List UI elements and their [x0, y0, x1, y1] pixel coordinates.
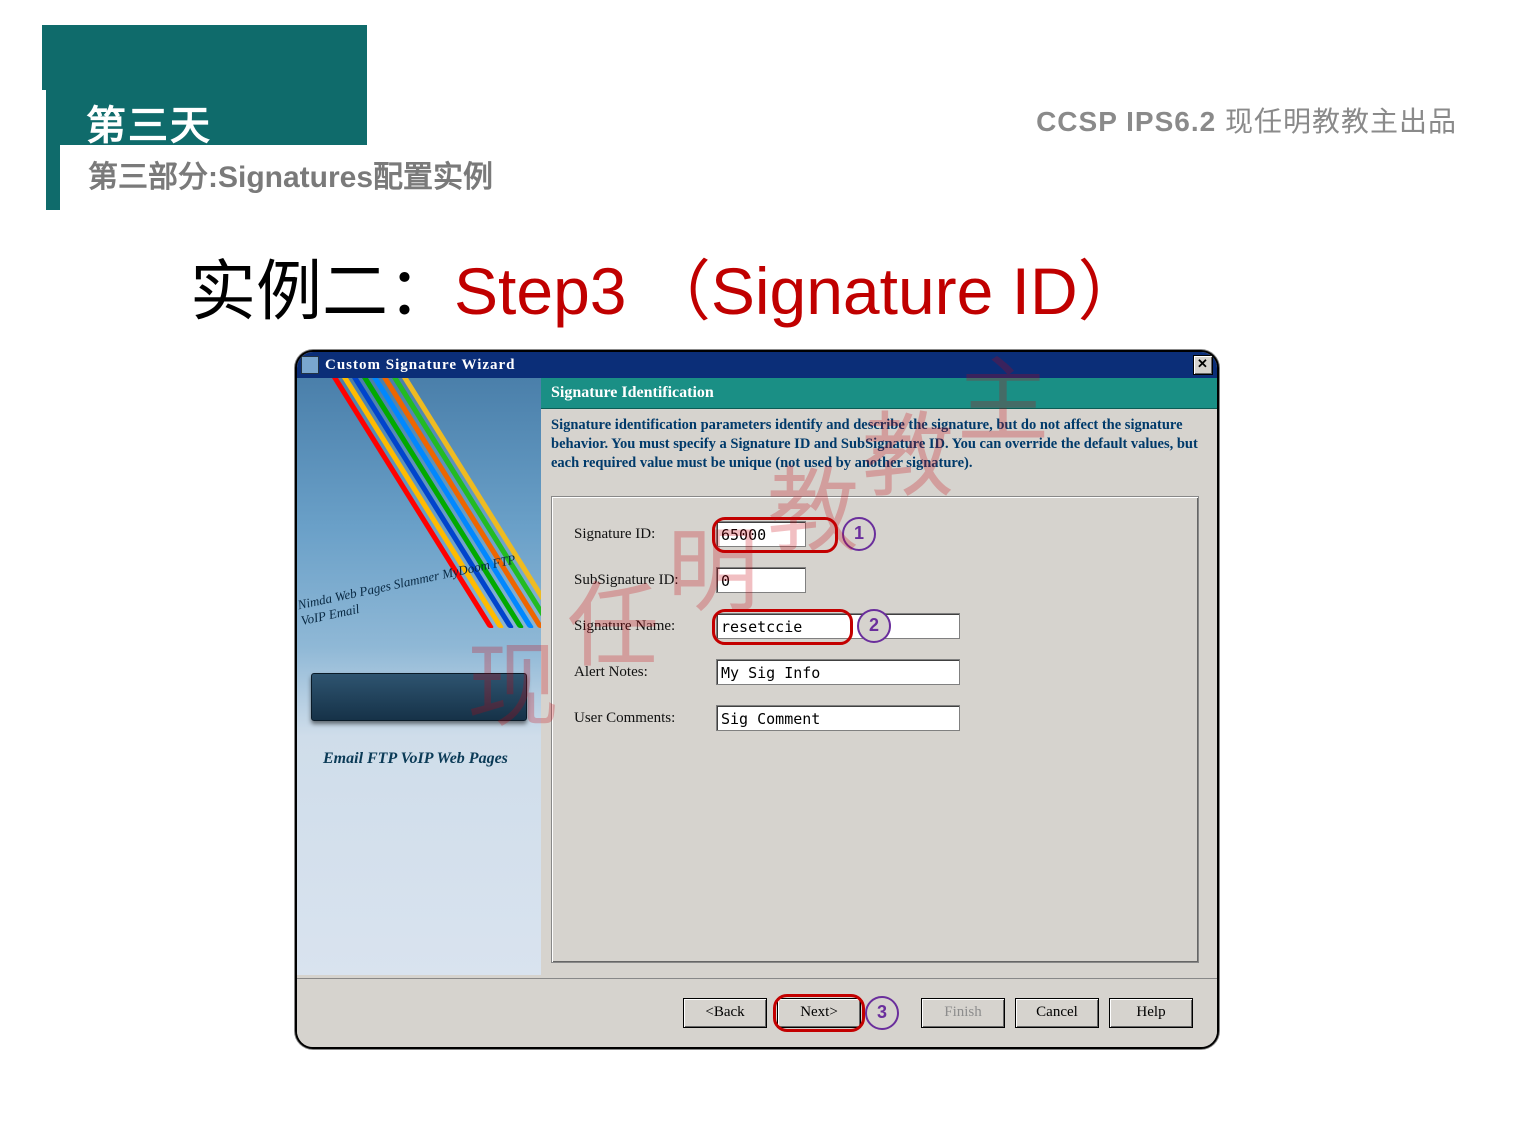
- header-course: CCSP IPS6.2: [1036, 106, 1216, 137]
- label-subsignature-id: SubSignature ID:: [574, 572, 716, 589]
- header-vertical-bar: [46, 90, 60, 210]
- wizard-left-pane: Nimda Web Pages Slammer MyDoom FTP VoIP …: [297, 378, 541, 975]
- input-signature-id[interactable]: [716, 521, 806, 547]
- slide-title-en: Step3 （Signature ID）: [454, 254, 1144, 328]
- callout-badge-1: 1: [842, 517, 876, 551]
- dialog-title: Custom Signature Wizard: [325, 357, 516, 374]
- callout-badge-3: 3: [865, 996, 899, 1030]
- cancel-button[interactable]: Cancel: [1015, 998, 1099, 1028]
- row-signature-name: Signature Name:: [574, 613, 960, 639]
- input-signature-name[interactable]: [716, 613, 960, 639]
- header-accent-block: [42, 25, 367, 90]
- slide-title: 实例二：Step3 （Signature ID）: [190, 238, 1144, 334]
- label-signature-id: Signature ID:: [574, 526, 716, 543]
- header-subtitle: 第三部分:Signatures配置实例: [88, 152, 493, 196]
- wizard-dialog: Custom Signature Wizard ✕ Nimda Web Page…: [295, 350, 1219, 1049]
- input-subsignature-id[interactable]: [716, 567, 806, 593]
- dialog-titlebar[interactable]: Custom Signature Wizard ✕: [297, 352, 1217, 378]
- section-description: Signature identification parameters iden…: [551, 416, 1199, 473]
- app-icon: [301, 356, 319, 374]
- row-user-comments: User Comments:: [574, 705, 960, 731]
- callout-badge-2: 2: [857, 609, 891, 643]
- close-icon[interactable]: ✕: [1193, 355, 1213, 375]
- row-alert-notes: Alert Notes:: [574, 659, 960, 685]
- back-button[interactable]: <Back: [683, 998, 767, 1028]
- finish-button: Finish: [921, 998, 1005, 1028]
- help-button[interactable]: Help: [1109, 998, 1193, 1028]
- fields-panel: Signature ID: SubSignature ID: Signature…: [551, 496, 1199, 963]
- left-pane-bottom-labels: Email FTP VoIP Web Pages: [323, 750, 508, 768]
- ips-device-icon: [311, 673, 527, 721]
- input-alert-notes[interactable]: [716, 659, 960, 685]
- row-subsignature-id: SubSignature ID:: [574, 567, 806, 593]
- header-course-author: CCSP IPS6.2 现任明教教主出品: [1036, 100, 1457, 140]
- dialog-body: Nimda Web Pages Slammer MyDoom FTP VoIP …: [297, 378, 1217, 975]
- wizard-right-pane: Signature Identification Signature ident…: [541, 378, 1217, 975]
- label-user-comments: User Comments:: [574, 710, 716, 727]
- label-signature-name: Signature Name:: [574, 618, 716, 635]
- row-signature-id: Signature ID:: [574, 521, 806, 547]
- input-user-comments[interactable]: [716, 705, 960, 731]
- header-author: 现任明教教主出品: [1225, 106, 1457, 137]
- label-alert-notes: Alert Notes:: [574, 664, 716, 681]
- dialog-button-bar: <Back Next> 3 Finish Cancel Help: [297, 978, 1217, 1047]
- header-day: 第三天: [86, 93, 212, 151]
- next-button[interactable]: Next>: [777, 998, 861, 1028]
- slide-title-zh: 实例二：: [190, 256, 454, 329]
- section-header: Signature Identification: [541, 378, 1217, 409]
